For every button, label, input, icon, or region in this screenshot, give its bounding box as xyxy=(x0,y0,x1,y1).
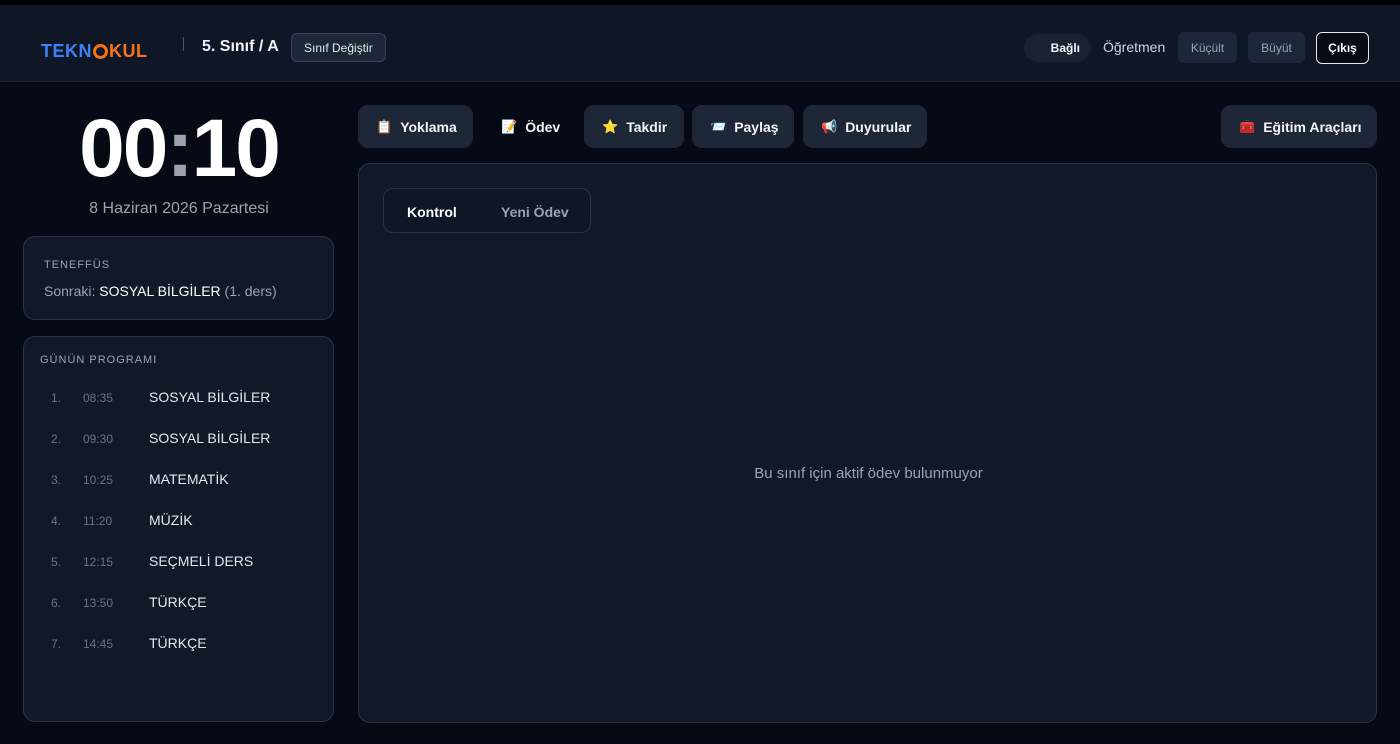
current-class-title: 5. Sınıf / A xyxy=(202,38,279,55)
subtab-new-homework[interactable]: Yeni Ödev xyxy=(501,204,569,220)
schedule-row: 6. 13:50 TÜRKÇE xyxy=(24,593,335,613)
logo-o-icon xyxy=(93,44,108,59)
lesson-time: 09:30 xyxy=(83,432,114,446)
education-tools-label: Eğitim Araçları xyxy=(1263,118,1362,135)
lesson-subject: SEÇMELİ DERS xyxy=(149,553,254,569)
tab-homework[interactable]: 📝 Ödev xyxy=(483,105,575,148)
current-date: 8 Haziran 2026 Pazartesi xyxy=(89,200,269,217)
tab-praise[interactable]: ⭐ Takdir xyxy=(584,105,684,148)
homework-subtabs: Kontrol Yeni Ödev xyxy=(383,188,591,233)
schedule-row: 1. 08:35 SOSYAL BİLGİLER xyxy=(24,388,335,408)
lesson-number: 4. xyxy=(51,514,62,528)
lesson-number: 3. xyxy=(51,473,62,487)
megaphone-icon: 📢 xyxy=(821,118,838,134)
schedule-row: 7. 14:45 TÜRKÇE xyxy=(24,634,335,654)
top-bar: TEKN KUL 5. Sınıf / A Sınıf Değiştir Bağ… xyxy=(0,5,1400,82)
lesson-subject: MÜZİK xyxy=(149,512,193,528)
break-title: TENEFFÜS xyxy=(44,259,111,271)
lesson-time: 14:45 xyxy=(83,637,114,651)
lesson-subject: SOSYAL BİLGİLER xyxy=(149,389,271,405)
tab-announcements-label: Duyurular xyxy=(845,118,912,135)
next-lesson-info: Sonraki: SOSYAL BİLGİLER (1. ders) xyxy=(44,283,277,299)
tab-attendance[interactable]: 📋 Yoklama xyxy=(358,105,473,148)
user-role-label: Öğretmen xyxy=(1103,39,1166,55)
daily-schedule-title: GÜNÜN PROGRAMI xyxy=(40,354,158,366)
memo-icon: 📝 xyxy=(501,118,518,134)
daily-schedule-card: GÜNÜN PROGRAMI 1. 08:35 SOSYAL BİLGİLER … xyxy=(23,336,334,722)
subtab-check[interactable]: Kontrol xyxy=(407,204,457,220)
tab-attendance-label: Yoklama xyxy=(400,118,457,135)
homework-panel: Kontrol Yeni Ödev Bu sınıf için aktif öd… xyxy=(358,163,1377,723)
lesson-number: 2. xyxy=(51,432,62,446)
lesson-time: 13:50 xyxy=(83,596,114,610)
lesson-subject: TÜRKÇE xyxy=(149,594,207,610)
schedule-row: 5. 12:15 SEÇMELİ DERS xyxy=(24,552,335,572)
lesson-number: 5. xyxy=(51,555,62,569)
lesson-time: 11:20 xyxy=(83,514,113,528)
clipboard-icon: 📋 xyxy=(376,118,393,134)
tab-share-label: Paylaş xyxy=(734,118,779,135)
connection-status-badge: Bağlı xyxy=(1024,34,1091,62)
toolbox-icon: 🧰 xyxy=(1239,118,1256,134)
tab-announcements[interactable]: 📢 Duyurular xyxy=(803,105,927,148)
clock-hours: 00 xyxy=(79,103,168,194)
star-icon: ⭐ xyxy=(602,118,619,134)
lesson-number: 1. xyxy=(51,391,62,405)
header-divider xyxy=(183,37,184,51)
lesson-number: 6. xyxy=(51,596,62,610)
next-lesson-suffix: (1. ders) xyxy=(224,283,277,299)
next-lesson-prefix: Sonraki: xyxy=(44,283,96,299)
logo-text-part1: TEKN xyxy=(41,41,92,61)
tab-homework-label: Ödev xyxy=(525,118,561,135)
clock-minutes: 10 xyxy=(191,103,281,194)
logo-text-part2: KUL xyxy=(109,41,148,61)
shrink-button[interactable]: Küçült xyxy=(1178,32,1237,63)
break-status-card: TENEFFÜS Sonraki: SOSYAL BİLGİLER (1. de… xyxy=(23,236,334,320)
schedule-row: 2. 09:30 SOSYAL BİLGİLER xyxy=(24,429,335,449)
lesson-time: 08:35 xyxy=(83,391,114,405)
change-class-button[interactable]: Sınıf Değiştir xyxy=(291,33,386,62)
lesson-subject: TÜRKÇE xyxy=(149,635,207,651)
tab-share[interactable]: 📨 Paylaş xyxy=(692,105,794,148)
lesson-time: 12:15 xyxy=(83,555,114,569)
tab-praise-label: Takdir xyxy=(626,118,668,135)
empty-state-message: Bu sınıf için aktif ödev bulunmuyor xyxy=(754,465,983,482)
lesson-number: 7. xyxy=(51,637,62,651)
digital-clock: 00:10 xyxy=(0,106,358,192)
envelope-icon: 📨 xyxy=(710,118,727,134)
app-logo: TEKN KUL xyxy=(41,41,148,62)
logout-button[interactable]: Çıkış xyxy=(1316,32,1369,64)
lesson-subject: SOSYAL BİLGİLER xyxy=(149,430,271,446)
next-lesson-subject: SOSYAL BİLGİLER xyxy=(99,283,221,299)
schedule-row: 4. 11:20 MÜZİK xyxy=(24,511,335,531)
lesson-time: 10:25 xyxy=(83,473,114,487)
enlarge-button[interactable]: Büyüt xyxy=(1248,32,1305,63)
clock-colon: : xyxy=(166,103,193,194)
lesson-subject: MATEMATİK xyxy=(149,471,229,487)
schedule-row: 3. 10:25 MATEMATİK xyxy=(24,470,335,490)
education-tools-button[interactable]: 🧰 Eğitim Araçları xyxy=(1221,105,1377,148)
